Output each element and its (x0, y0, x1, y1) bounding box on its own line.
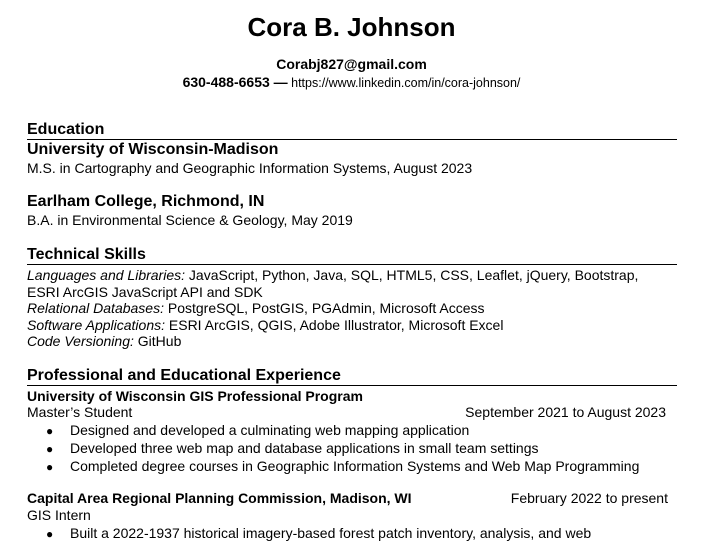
skill-line: Languages and Libraries: JavaScript, Pyt… (27, 267, 638, 284)
resume-page: Cora B. Johnson Corabj827@gmail.com 630-… (0, 0, 703, 542)
skill-continuation: ESRI ArcGIS JavaScript API and SDK (27, 284, 263, 300)
skill-value: GitHub (133, 333, 182, 349)
skill-label: Software Applications: (27, 317, 165, 333)
email-address[interactable]: Corabj827@gmail.com (0, 55, 703, 73)
job-organization: Capital Area Regional Planning Commissio… (27, 490, 412, 506)
skill-value: JavaScript, Python, Java, SQL, HTML5, CS… (185, 267, 639, 283)
education-detail: M.S. in Cartography and Geographic Infor… (27, 160, 473, 176)
job-dates: February 2022 to present (510, 490, 668, 506)
skill-label: Relational Databases: (27, 300, 164, 316)
resume-name: Cora B. Johnson (247, 12, 456, 42)
job-organization: University of Wisconsin GIS Professional… (27, 388, 363, 404)
skill-line: Software Applications: ESRI ArcGIS, QGIS… (27, 317, 503, 334)
skill-line: Code Versioning: GitHub (27, 333, 181, 350)
contact-line: 630-488-6653 — https://www.linkedin.com/… (0, 73, 703, 92)
job-bullet: ● Developed three web map and database ap… (46, 440, 539, 458)
linkedin-link[interactable]: https://www.linkedin.com/in/cora-johnson… (288, 76, 520, 90)
job-bullet: ● Built a 2022-1937 historical imagery-ba… (46, 525, 591, 543)
job-dates: September 2021 to August 2023 (465, 404, 666, 420)
bullet-text: Designed and developed a culminating web… (70, 422, 470, 438)
bullet-text: Built a 2022-1937 historical imagery-bas… (70, 525, 592, 541)
job-role: GIS Intern (27, 507, 91, 523)
skill-label: Languages and Libraries: (27, 267, 186, 283)
section-title-education: Education (27, 121, 677, 140)
phone-number: 630-488-6653 — (182, 74, 288, 90)
bullet-icon: ● (46, 527, 54, 541)
skill-line: Relational Databases: PostgreSQL, PostGI… (27, 300, 485, 317)
skill-value: PostgreSQL, PostGIS, PGAdmin, Microsoft … (163, 300, 485, 316)
education-detail: B.A. in Environmental Science & Geology,… (27, 212, 353, 228)
bullet-icon: ● (46, 424, 54, 438)
education-school: University of Wisconsin-Madison (27, 141, 279, 158)
bullet-text: Completed degree courses in Geographic I… (70, 458, 640, 474)
bullet-icon: ● (46, 460, 54, 474)
bullet-text: Developed three web map and database app… (70, 440, 539, 456)
bullet-icon: ● (46, 442, 54, 456)
skill-value: ESRI ArcGIS, QGIS, Adobe Illustrator, Mi… (165, 317, 504, 333)
education-school: Earlham College, Richmond, IN (27, 193, 265, 210)
section-title-experience: Professional and Educational Experience (27, 367, 677, 386)
job-role: Master’s Student (27, 404, 133, 420)
skill-label: Code Versioning: (27, 333, 134, 349)
job-bullet: ● Designed and developed a culminating we… (46, 422, 469, 440)
section-title-skills: Technical Skills (27, 246, 677, 265)
job-bullet: ● Completed degree courses in Geographic … (46, 458, 639, 476)
